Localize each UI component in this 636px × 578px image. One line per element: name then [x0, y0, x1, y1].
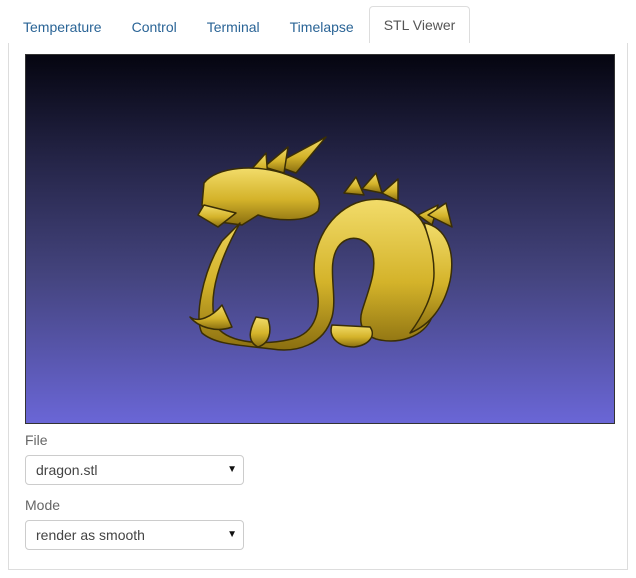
tab-stl-viewer[interactable]: STL Viewer: [368, 6, 471, 44]
file-label: File: [25, 432, 48, 448]
caret-down-icon: ▼: [227, 529, 237, 540]
file-select[interactable]: dragon.stl ▼: [25, 455, 244, 485]
tab-bar: Temperature Control Terminal Timelapse S…: [8, 0, 628, 44]
tab-terminal[interactable]: Terminal: [192, 8, 275, 44]
tab-timelapse[interactable]: Timelapse: [275, 8, 369, 44]
file-select-value: dragon.stl: [36, 462, 98, 478]
mode-select-value: render as smooth: [36, 527, 145, 543]
tab-temperature[interactable]: Temperature: [8, 8, 117, 44]
tab-control[interactable]: Control: [117, 8, 192, 44]
octoprint-stl-viewer: Temperature Control Terminal Timelapse S…: [0, 0, 636, 578]
dragon-model-icon: [189, 136, 453, 351]
caret-down-icon: ▼: [227, 464, 237, 475]
mode-select[interactable]: render as smooth ▼: [25, 520, 244, 550]
stl-viewer-panel: File dragon.stl ▼ Mode render as smooth …: [8, 43, 628, 570]
mode-label: Mode: [25, 497, 61, 513]
3d-viewport[interactable]: [25, 54, 615, 424]
